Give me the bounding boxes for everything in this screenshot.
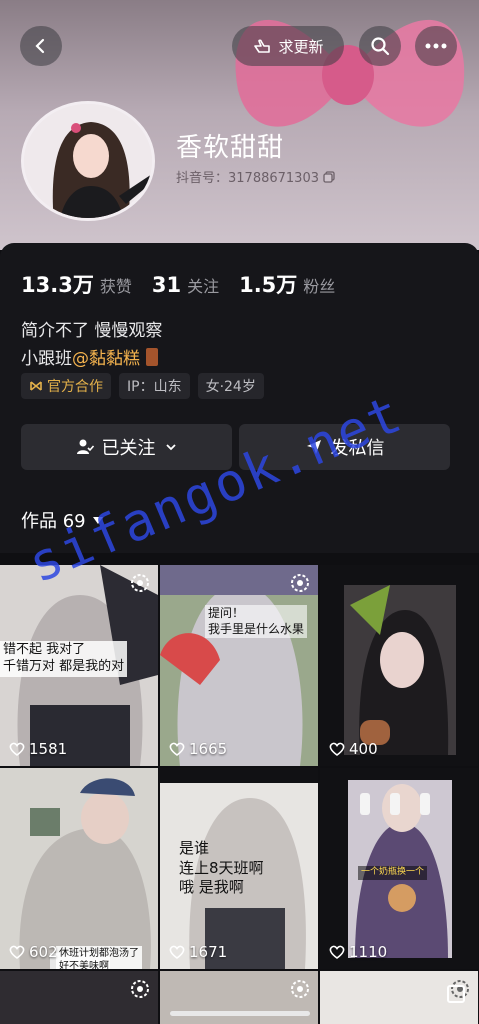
heart-icon: [329, 742, 345, 756]
profile-name: 香软甜甜: [176, 133, 285, 163]
heart-icon: [9, 742, 25, 756]
stat-following-number: 31: [151, 273, 182, 297]
video-thumbnail-image: [320, 565, 478, 766]
stat-followers[interactable]: 1.5万 粉丝: [239, 269, 335, 299]
video-caption: 提问！ 我手里是什么水果: [205, 605, 308, 639]
copy-icon[interactable]: [323, 170, 335, 183]
tag-official-cooperation[interactable]: 官方合作: [21, 373, 111, 399]
video-thumbnail[interactable]: 休班计划都泡汤了 好不美味啊 602: [0, 768, 158, 969]
stat-likes[interactable]: 13.3万 获赞: [21, 269, 132, 299]
bio-line-1: 简介不了 慢慢观察: [21, 321, 163, 341]
back-button[interactable]: [20, 26, 62, 66]
video-likes: 1110: [329, 943, 387, 961]
stat-followers-number: 1.5万: [239, 273, 298, 297]
video-thumbnail-image: [0, 768, 158, 969]
bio-line-2: 小跟班 @黏黏糕: [21, 344, 158, 369]
video-likes-count: 1671: [189, 943, 228, 961]
more-icon: [425, 43, 447, 49]
chevron-down-icon: [165, 444, 176, 451]
video-thumbnail[interactable]: 错不起 我对了 千错万对 都是我的对 1581: [0, 565, 158, 766]
video-likes-count: 1581: [29, 740, 68, 758]
video-likes: 400: [329, 740, 378, 758]
profile-tags: 官方合作 IP：山东 女·24岁: [21, 373, 264, 399]
stat-following-label: 关注: [187, 277, 220, 296]
avatar[interactable]: [21, 101, 155, 221]
live-ring-icon: [291, 980, 309, 998]
heart-icon: [329, 945, 345, 959]
official-cooperation-icon: [30, 381, 42, 391]
stats-row: 13.3万 获赞 31 关注 1.5万 粉丝: [21, 269, 335, 299]
video-caption: 休班计划都泡汤了 好不美味啊: [56, 946, 142, 969]
tag-gender-age-label: 女·24岁: [205, 379, 256, 395]
video-caption: 是谁 连上8天班啊 哦 是我啊: [179, 839, 264, 896]
video-thumbnail[interactable]: 一个奶瓶换一个 1110: [320, 768, 478, 969]
tag-ip-location: IP：山东: [119, 373, 190, 399]
video-thumbnail[interactable]: 是谁 连上8天班啊 哦 是我啊 1671: [160, 768, 318, 969]
douyin-id[interactable]: 抖音号：31788671303: [176, 167, 335, 186]
tag-ip-location-label: IP：山东: [127, 379, 182, 395]
stat-followers-label: 粉丝: [303, 277, 336, 296]
live-ring-icon: [291, 574, 309, 592]
video-likes: 1581: [9, 740, 67, 758]
video-likes-count: 602: [29, 943, 58, 961]
user-check-icon: [76, 439, 94, 454]
live-ring-icon: [131, 574, 149, 592]
hand-point-icon: [254, 39, 271, 53]
request-update-label: 求更新: [278, 37, 324, 56]
home-indicator[interactable]: [170, 1011, 310, 1016]
heart-icon: [9, 945, 25, 959]
request-update-button[interactable]: 求更新: [232, 26, 344, 66]
bio-line-2-prefix: 小跟班: [21, 349, 72, 369]
video-caption: 一个奶瓶换一个: [358, 866, 428, 880]
bio-mention-link[interactable]: @黏黏糕: [72, 344, 140, 369]
video-likes-count: 1665: [189, 740, 228, 758]
video-thumbnail[interactable]: [0, 971, 158, 1024]
tag-official-cooperation-label: 官方合作: [47, 379, 103, 395]
tag-gender-age: 女·24岁: [197, 373, 264, 399]
avatar-image: [24, 104, 152, 218]
live-ring-icon: [131, 980, 149, 998]
more-button[interactable]: [415, 26, 457, 66]
video-thumbnail[interactable]: 400: [320, 565, 478, 766]
stat-following[interactable]: 31 关注: [152, 273, 219, 297]
video-thumbnail[interactable]: [160, 971, 318, 1024]
following-button-label: 已关注: [101, 438, 156, 459]
douyin-id-text: 抖音号：31788671303: [176, 171, 319, 186]
heart-icon: [169, 742, 185, 756]
video-likes-count: 1110: [349, 943, 388, 961]
stat-likes-number: 13.3万: [21, 273, 94, 297]
video-likes-count: 400: [349, 740, 378, 758]
brick-emoji-icon: [146, 347, 158, 366]
video-likes: 602: [9, 943, 58, 961]
video-thumbnail-image: [160, 565, 318, 766]
search-icon: [371, 37, 390, 56]
video-likes: 1671: [169, 943, 227, 961]
picture-in-picture-icon[interactable]: [447, 985, 465, 1003]
video-thumbnail[interactable]: 提问！ 我手里是什么水果 1665: [160, 565, 318, 766]
heart-icon: [169, 945, 185, 959]
video-likes: 1665: [169, 740, 227, 758]
stat-likes-label: 获赞: [99, 277, 132, 296]
chevron-left-icon: [35, 38, 45, 54]
search-button[interactable]: [359, 26, 401, 66]
video-caption: 错不起 我对了 千错万对 都是我的对: [0, 641, 128, 677]
